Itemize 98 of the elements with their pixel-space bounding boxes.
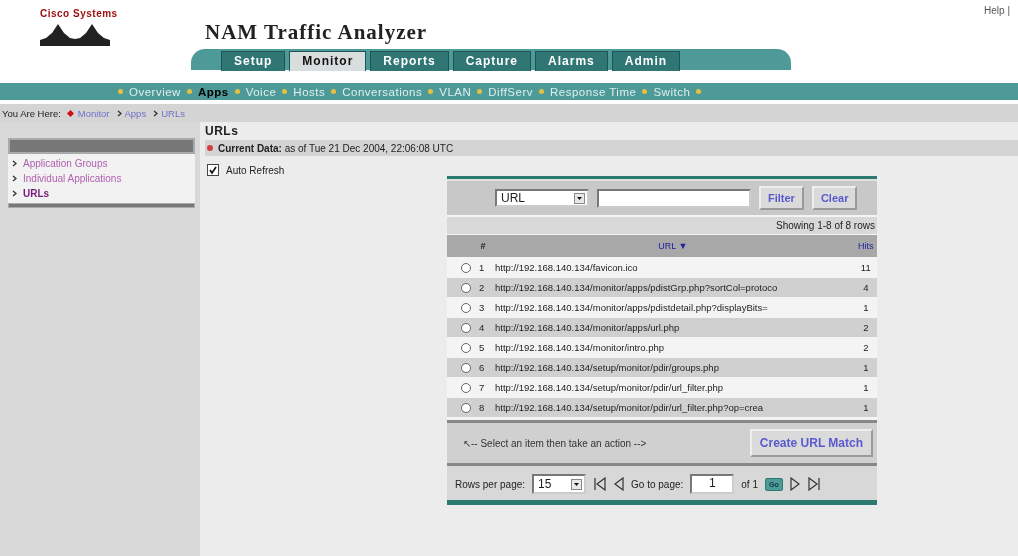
last-page-icon[interactable] xyxy=(806,477,821,491)
subnav-link[interactable]: Response Time xyxy=(550,85,637,98)
help-link[interactable]: Help | xyxy=(984,5,1010,16)
chevron-icon xyxy=(116,109,122,117)
table-cell: http://192.168.140.134/monitor/apps/pdistGrp.php?sortCol=protoco xyxy=(491,278,855,297)
bullet-icon xyxy=(331,89,337,94)
bullet-icon xyxy=(428,89,434,94)
table-cell-text: http://192.168.140.134/monitor/apps/pdistdetail.php?displayBits= xyxy=(494,301,769,315)
header-cell xyxy=(447,235,475,257)
row-radio-button[interactable] xyxy=(461,263,471,274)
breadcrumb-link[interactable]: URLs xyxy=(161,107,185,119)
column-header[interactable]: Hits xyxy=(854,235,877,257)
page-count-text: of 1 xyxy=(741,478,758,490)
table-cell-text: 2 xyxy=(862,341,870,355)
bullet-icon xyxy=(118,89,123,94)
filter-button[interactable]: Filter xyxy=(759,186,804,210)
subnav-link[interactable]: Switch xyxy=(653,85,691,98)
table-cell-text: 11 xyxy=(859,261,872,275)
rows-per-page-dropdown[interactable]: 15 xyxy=(532,474,587,494)
create-url-match-button[interactable]: Create URL Match xyxy=(749,429,873,457)
go-to-page-label: Go to page: xyxy=(631,478,684,490)
table-cell: 6 xyxy=(475,358,491,377)
column-header[interactable]: # xyxy=(475,235,491,257)
row-radio-button[interactable] xyxy=(461,363,471,374)
table-cell: 4 xyxy=(854,278,877,297)
table-cell-text: http://192.168.140.134/favicon.ico xyxy=(494,261,639,275)
table-cell: 2 xyxy=(854,318,877,337)
subnav-link[interactable]: Conversations xyxy=(342,85,423,98)
page-number-field[interactable]: 1 xyxy=(690,474,735,494)
sidebar-item[interactable]: URLs xyxy=(23,188,50,199)
table-cell: http://192.168.140.134/setup/monitor/pdir/url_filter.php?op=crea xyxy=(491,398,855,417)
filter-input-field[interactable] xyxy=(597,188,751,208)
filter-field-dropdown[interactable]: URL xyxy=(495,189,589,207)
table-cell: http://192.168.140.134/setup/monitor/pdir/groups.php xyxy=(491,358,855,377)
bullet-icon xyxy=(282,89,288,94)
row-radio-button[interactable] xyxy=(461,323,471,334)
table-cell: 1 xyxy=(854,358,877,377)
breadcrumb-link[interactable]: Apps xyxy=(124,107,147,119)
auto-refresh-checkbox[interactable] xyxy=(207,164,219,176)
bridge-logo-icon xyxy=(40,22,110,46)
subnav-link[interactable]: Apps xyxy=(197,85,229,98)
table-cell-text: 5 xyxy=(478,341,486,355)
subnav-link[interactable]: DiffServ xyxy=(488,85,533,98)
table-cell-text: 1 xyxy=(478,261,486,275)
table-cell-text: 3 xyxy=(478,301,486,315)
bullet-icon xyxy=(642,89,648,94)
clear-button[interactable]: Clear xyxy=(811,186,858,210)
table-cell-text: 1 xyxy=(862,381,870,395)
chevron-icon xyxy=(12,190,17,197)
subnav-link[interactable]: Overview xyxy=(129,85,181,98)
chevron-icon xyxy=(153,109,159,117)
row-radio-button[interactable] xyxy=(461,283,471,294)
previous-page-icon[interactable] xyxy=(614,477,625,491)
subnav-link[interactable]: Hosts xyxy=(293,85,326,98)
table-cell-text: http://192.168.140.134/monitor/intro.php xyxy=(494,341,665,355)
breadcrumb-link[interactable]: Monitor xyxy=(77,107,110,119)
bullet-icon xyxy=(207,145,213,151)
table-cell: 1 xyxy=(854,398,877,417)
first-page-icon[interactable] xyxy=(593,477,608,491)
logo-text: Cisco Systems xyxy=(40,8,118,19)
bullet-icon xyxy=(696,89,702,94)
chevron-icon xyxy=(12,175,17,182)
table-cell: http://192.168.140.134/monitor/apps/url.php xyxy=(491,318,855,337)
sidebar-item[interactable]: Application Groups xyxy=(23,158,108,169)
next-page-icon[interactable] xyxy=(789,477,800,491)
table-cell-text: http://192.168.140.134/setup/monitor/pdir/url_filter.php xyxy=(494,381,725,395)
row-radio-button[interactable] xyxy=(461,303,471,314)
bullet-icon xyxy=(477,89,483,94)
nav-tab[interactable]: Setup xyxy=(221,51,286,71)
subnav-link[interactable]: Voice xyxy=(245,85,277,98)
current-data-text: Current Data: as of Tue 21 Dec 2004, 22:06:08 UTC xyxy=(218,142,454,154)
table-cell-text: 7 xyxy=(478,381,486,395)
nav-tab[interactable]: Reports xyxy=(370,51,449,71)
row-count-text: Showing 1-8 of 8 rows xyxy=(776,220,875,231)
row-radio-button[interactable] xyxy=(461,383,471,394)
nav-tab[interactable]: Admin xyxy=(611,51,681,71)
subnav-link[interactable]: VLAN xyxy=(439,85,472,98)
nav-tab[interactable]: Capture xyxy=(452,51,532,71)
bullet-icon xyxy=(186,89,192,94)
column-header[interactable]: URL ▼ xyxy=(491,235,855,257)
breadcrumb-label: You Are Here: xyxy=(2,107,61,119)
chevron-icon xyxy=(12,160,17,167)
bullet-icon xyxy=(234,89,240,94)
app-title: NAM Traffic Analyzer xyxy=(205,20,429,45)
sidebar-item[interactable]: Individual Applications xyxy=(23,173,122,184)
page-title: URLs xyxy=(205,124,240,140)
row-radio-button[interactable] xyxy=(461,403,471,414)
nav-tab[interactable]: Alarms xyxy=(535,51,608,71)
row-radio-button[interactable] xyxy=(461,343,471,354)
action-hint-text: ↖-- Select an item then take an action --> xyxy=(463,437,647,449)
nav-tab[interactable]: Monitor xyxy=(289,51,367,71)
table-cell: 4 xyxy=(475,318,491,337)
table-cell: 2 xyxy=(475,278,491,297)
table-cell: 8 xyxy=(475,398,491,417)
table-cell-text: 1 xyxy=(862,301,870,315)
bullet-icon xyxy=(539,89,544,94)
rows-per-page-label: Rows per page: xyxy=(455,478,526,490)
auto-refresh-label: Auto Refresh xyxy=(226,164,285,176)
